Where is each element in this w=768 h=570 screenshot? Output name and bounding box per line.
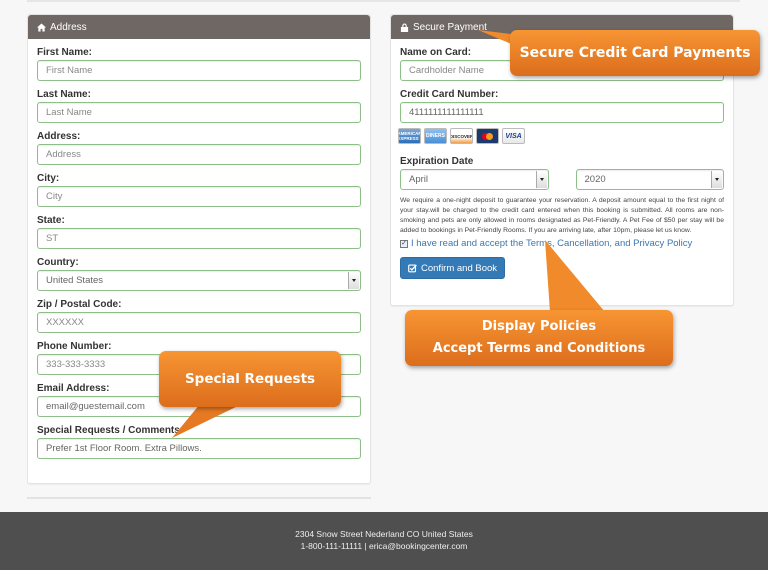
requests-callout-text: Special Requests: [184, 371, 316, 387]
secure-payments-callout: Secure Credit Card Payments: [510, 30, 760, 76]
policies-callout-tail: [545, 240, 605, 312]
requests-callout-tail: [172, 404, 242, 438]
secure-callout-text: Secure Credit Card Payments: [519, 45, 751, 61]
callout-tails: [172, 30, 605, 438]
policies-callout-line1: Display Policies: [481, 319, 597, 334]
policies-callout: Display Policies Accept Terms and Condit…: [405, 310, 673, 366]
special-requests-callout: Special Requests: [159, 351, 341, 407]
policies-callout-line2: Accept Terms and Conditions: [432, 341, 646, 356]
